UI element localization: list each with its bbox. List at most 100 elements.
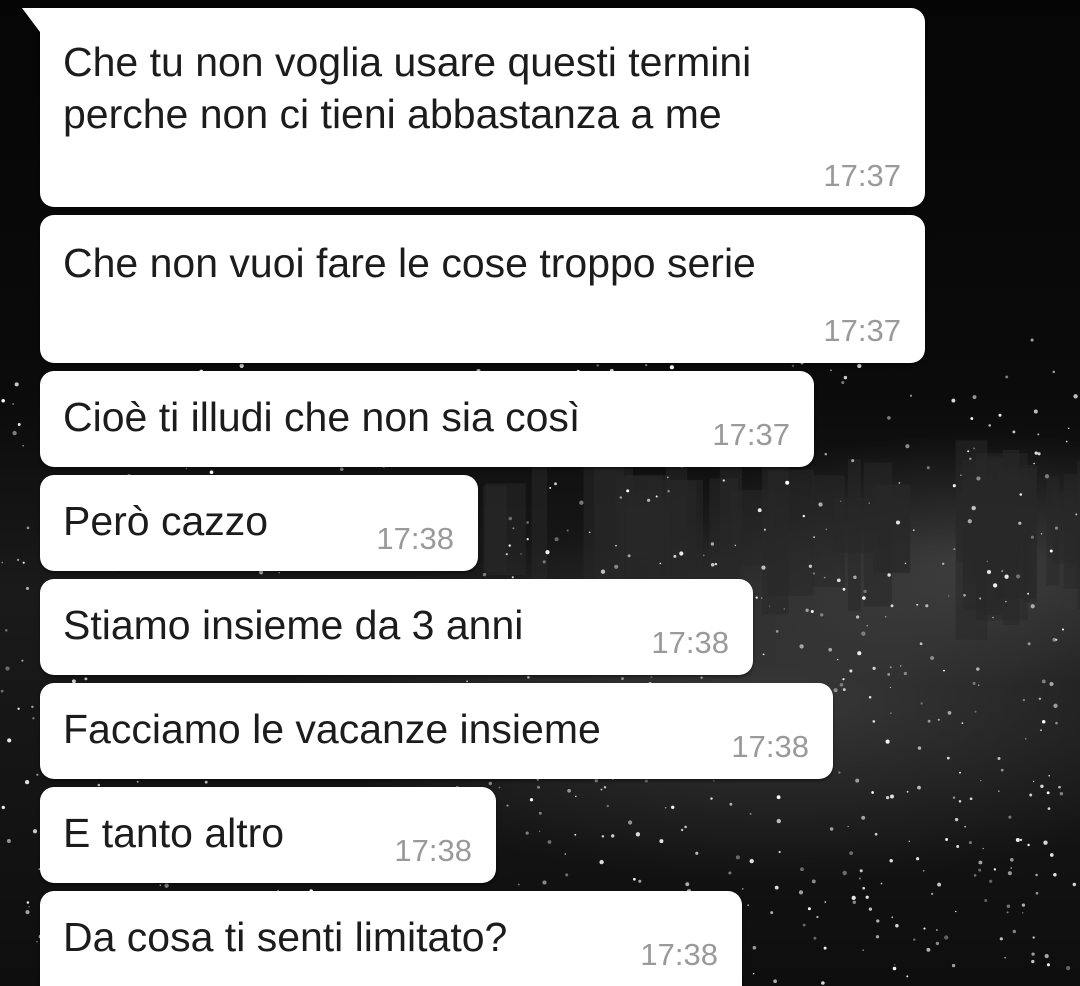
city-light (802, 923, 806, 927)
city-light (773, 979, 777, 984)
city-light (538, 811, 542, 815)
city-light (26, 901, 30, 904)
city-light (673, 554, 677, 558)
city-light (852, 900, 856, 904)
city-light (542, 880, 547, 885)
city-light (917, 746, 922, 750)
message-text-line: Che non vuoi fare le cose troppo serie (63, 240, 756, 286)
city-light (1004, 574, 1009, 579)
city-light (12, 403, 14, 405)
city-light (1008, 815, 1012, 819)
message-text: Stiamo insieme da 3 anni (63, 599, 523, 651)
city-light (961, 722, 964, 724)
city-light (978, 684, 980, 686)
city-light (857, 651, 862, 656)
city-light (908, 840, 911, 843)
city-light (978, 860, 983, 865)
city-light (1040, 533, 1043, 535)
city-light (1053, 703, 1058, 708)
city-light (810, 610, 814, 613)
city-light (1004, 956, 1007, 959)
message-text-line: E tanto altro (63, 810, 285, 856)
city-light (1065, 440, 1068, 443)
city-light (828, 647, 833, 652)
city-light (1024, 738, 1027, 740)
city-light (862, 596, 866, 600)
city-light (799, 644, 804, 649)
message-bubble[interactable]: E tanto altro 17:38 (40, 787, 496, 883)
city-light (529, 798, 534, 802)
message-bubble[interactable]: Però cazzo 17:38 (40, 475, 478, 571)
city-light (841, 380, 845, 385)
city-light (1022, 698, 1026, 702)
message-timestamp: 17:37 (712, 417, 790, 452)
city-light (749, 858, 754, 864)
city-light (554, 482, 557, 486)
city-light (960, 474, 962, 476)
city-light (666, 476, 669, 479)
city-light (824, 452, 828, 456)
city-light (915, 857, 920, 861)
city-light (906, 790, 909, 793)
message-text-line: Cioè ti illudi che non sia così (63, 394, 581, 440)
city-light (755, 596, 758, 599)
city-light (600, 569, 606, 574)
city-light (989, 879, 993, 883)
city-light (866, 624, 869, 627)
city-light (775, 630, 779, 633)
message-bubble[interactable]: Facciamo le vacanze insieme 17:38 (40, 683, 833, 779)
city-light (798, 890, 804, 895)
message-timestamp: 17:37 (823, 313, 901, 348)
city-light (14, 382, 19, 387)
city-light (136, 780, 139, 783)
city-light (937, 882, 942, 887)
message-bubble[interactable]: Che tu non voglia usare questi termini p… (22, 8, 925, 207)
city-light (17, 558, 20, 562)
message-bubble[interactable]: Cioè ti illudi che non sia così 17:37 (40, 371, 814, 467)
city-light (973, 874, 977, 877)
city-light (988, 424, 992, 427)
city-light (813, 936, 817, 940)
city-light (1039, 729, 1043, 732)
city-light (1052, 370, 1056, 374)
city-light (978, 868, 982, 872)
city-light (710, 563, 715, 567)
city-light (547, 840, 552, 844)
city-light (853, 575, 857, 579)
city-light (807, 907, 811, 911)
skyline-block (485, 483, 526, 575)
city-light (871, 791, 874, 794)
skyline-block (812, 475, 845, 588)
message-timestamp: 17:37 (823, 158, 901, 193)
city-light (1029, 793, 1033, 797)
city-light (1049, 681, 1054, 687)
skyline-block (848, 459, 861, 612)
city-light (811, 879, 816, 884)
city-light (1043, 840, 1048, 845)
city-light (976, 476, 981, 481)
city-light (947, 711, 952, 715)
message-text-line: Stiamo insieme da 3 anni (63, 602, 524, 648)
message-text-line: Però cazzo (63, 498, 269, 544)
city-light (905, 444, 910, 449)
message-bubble[interactable]: Stiamo insieme da 3 anni 17:38 (40, 579, 753, 675)
city-light (998, 413, 1002, 417)
city-light (596, 364, 599, 367)
city-light (785, 480, 790, 485)
city-light (650, 676, 653, 679)
city-light (912, 529, 915, 532)
city-light (712, 780, 715, 782)
city-light (887, 673, 891, 676)
message-bubble[interactable]: Che non vuoi fare le cose troppo serie 1… (40, 215, 925, 363)
city-light (980, 779, 982, 782)
city-light (239, 363, 244, 368)
city-light (969, 457, 972, 461)
city-light (952, 484, 956, 488)
city-light (22, 561, 25, 564)
city-light (944, 935, 949, 940)
city-light (734, 544, 737, 547)
city-light (955, 910, 957, 913)
city-light (874, 832, 878, 836)
message-bubble[interactable]: Da cosa ti senti limitato? 17:38 (40, 891, 742, 986)
city-light (894, 964, 896, 966)
